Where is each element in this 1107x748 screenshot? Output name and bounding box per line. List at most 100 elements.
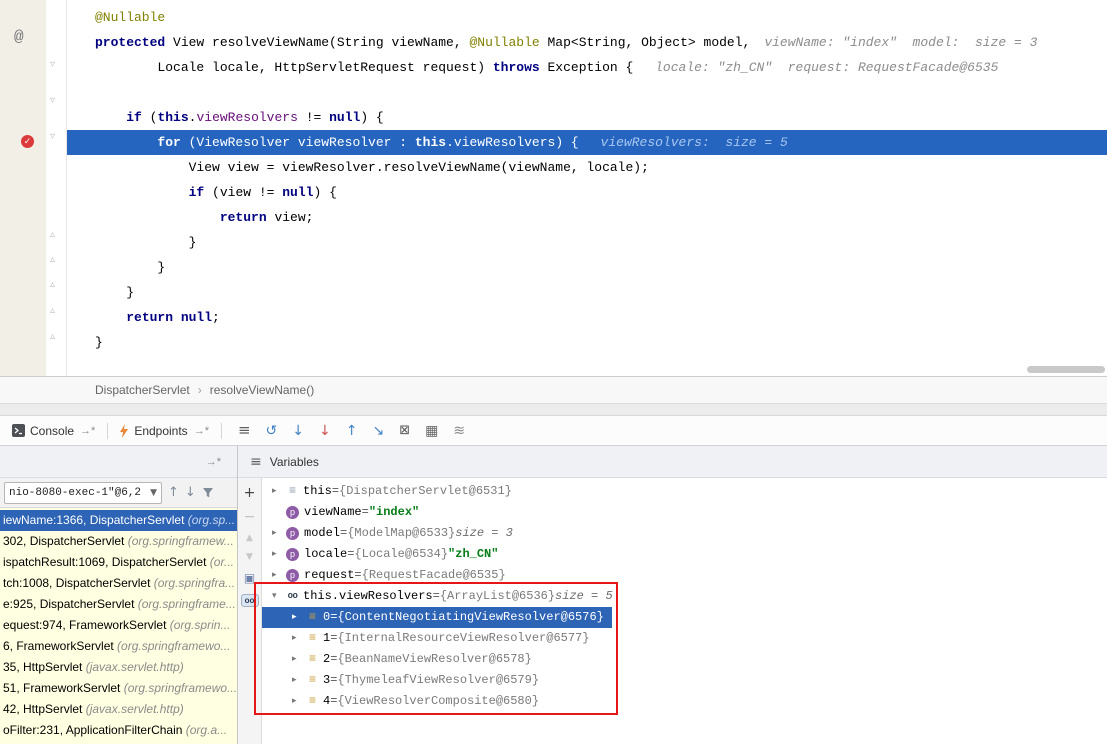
code-line[interactable]: return null; bbox=[67, 305, 1107, 330]
breadcrumb-item-class[interactable]: DispatcherServlet bbox=[95, 383, 190, 397]
frame-package: (javax.servlet.http) bbox=[86, 660, 184, 674]
move-watch-down-icon[interactable]: ▼ bbox=[246, 553, 253, 562]
focus-tab-arrow-icon[interactable]: →* bbox=[194, 425, 209, 437]
variable-value: {BeanNameViewResolver@6578} bbox=[337, 649, 531, 670]
chevron-right-icon[interactable]: ▸ bbox=[292, 649, 305, 670]
step-out-icon[interactable]: ↑ bbox=[346, 424, 358, 438]
move-watch-up-icon[interactable]: ▲ bbox=[246, 534, 253, 543]
horizontal-scrollbar-thumb[interactable] bbox=[1027, 366, 1105, 373]
fold-end-icon[interactable]: ▵ bbox=[50, 332, 55, 342]
variable-name: request bbox=[304, 565, 354, 586]
code-token: return null bbox=[126, 310, 212, 325]
focus-tab-arrow-icon[interactable]: →* bbox=[80, 425, 95, 437]
fold-end-icon[interactable]: ▵ bbox=[50, 230, 55, 240]
frame-location: iewName:1366, DispatcherServlet bbox=[3, 513, 188, 527]
inline-debug-hint: viewResolvers: size = 5 bbox=[601, 135, 788, 150]
stack-frame[interactable]: 6, FrameworkServlet (org.springframewo..… bbox=[0, 636, 237, 657]
view-options-icon[interactable]: ≋ bbox=[453, 424, 465, 438]
tab-endpoints[interactable]: Endpoints bbox=[114, 416, 191, 445]
tab-endpoints-label: Endpoints bbox=[134, 424, 187, 438]
inline-debug-hint: viewName: "index" model: size = 3 bbox=[764, 35, 1037, 50]
code-line[interactable]: } bbox=[67, 280, 1107, 305]
show-execution-point-icon[interactable]: ↺ bbox=[266, 424, 278, 438]
variable-name: 3 bbox=[323, 670, 330, 691]
variable-row[interactable]: ▾oothis.viewResolvers = {ArrayList@6536}… bbox=[262, 586, 1107, 607]
annotation-gutter-icon[interactable]: @ bbox=[14, 28, 24, 46]
code-line[interactable]: } bbox=[67, 230, 1107, 255]
code-line[interactable]: } bbox=[67, 330, 1107, 355]
stack-frame[interactable]: 302, DispatcherServlet (org.springframew… bbox=[0, 531, 237, 552]
stack-frame[interactable]: 35, HttpServlet (javax.servlet.http) bbox=[0, 657, 237, 678]
menu-icon[interactable]: ≡ bbox=[250, 454, 262, 470]
stack-frame[interactable]: tch:1008, DispatcherServlet (org.springf… bbox=[0, 573, 237, 594]
stack-frame[interactable]: equest:974, FrameworkServlet (org.sprin.… bbox=[0, 615, 237, 636]
stack-frame[interactable]: e:925, DispatcherServlet (org.springfram… bbox=[0, 594, 237, 615]
variable-row[interactable]: pviewName = "index" bbox=[262, 502, 1107, 523]
chevron-right-icon[interactable]: ▸ bbox=[292, 670, 305, 691]
focus-frame-arrow-icon[interactable]: →* bbox=[206, 456, 221, 468]
frame-up-icon[interactable]: ↑ bbox=[168, 485, 179, 500]
breadcrumb-item-method[interactable]: resolveViewName() bbox=[210, 383, 314, 397]
code-line[interactable]: @Nullable bbox=[67, 5, 1107, 30]
frame-down-icon[interactable]: ↓ bbox=[185, 485, 196, 500]
code-line[interactable]: if (this.viewResolvers != null) { bbox=[67, 105, 1107, 130]
layout-grid-icon[interactable]: ▦ bbox=[425, 424, 438, 438]
chevron-right-icon[interactable]: ▸ bbox=[292, 691, 305, 712]
execution-line[interactable]: for (ViewResolver viewResolver : this.vi… bbox=[67, 130, 1107, 155]
remove-watch-icon[interactable]: − bbox=[244, 510, 256, 524]
tab-console[interactable]: Console bbox=[8, 416, 78, 445]
variable-row[interactable]: ▸≡3 = {ThymeleafViewResolver@6579} bbox=[262, 670, 1107, 691]
stack-frame[interactable]: oFilter:231, ApplicationFilterChain (org… bbox=[0, 720, 237, 741]
code-token: for bbox=[157, 135, 180, 150]
variable-row[interactable]: ▸≡0 = {ContentNegotiatingViewResolver@65… bbox=[262, 607, 612, 628]
frame-location: 42, HttpServlet bbox=[3, 702, 86, 716]
code-line[interactable] bbox=[67, 80, 1107, 105]
run-to-cursor-icon[interactable]: ↘ bbox=[372, 424, 384, 438]
chevron-right-icon[interactable]: ▸ bbox=[292, 607, 305, 628]
code-token: } bbox=[95, 235, 196, 250]
fold-start-icon[interactable]: ▿ bbox=[50, 132, 55, 142]
code-token bbox=[95, 210, 220, 225]
fold-end-icon[interactable]: ▵ bbox=[50, 306, 55, 316]
breakpoint-icon[interactable]: ✓ bbox=[21, 135, 34, 148]
chevron-right-icon[interactable]: ▸ bbox=[292, 628, 305, 649]
stack-frame[interactable]: 42, HttpServlet (javax.servlet.http) bbox=[0, 699, 237, 720]
chevron-right-icon[interactable]: ▸ bbox=[272, 565, 285, 586]
step-into-icon[interactable]: ↓ bbox=[292, 424, 304, 438]
variable-row[interactable]: ▸plocale = {Locale@6534} "zh_CN" bbox=[262, 544, 1107, 565]
fold-start-icon[interactable]: ▿ bbox=[50, 60, 55, 70]
menu-icon[interactable]: ≡ bbox=[238, 423, 251, 438]
variable-row[interactable]: ▸≡this = {DispatcherServlet@6531} bbox=[262, 481, 1107, 502]
code-line[interactable]: protected View resolveViewName(String vi… bbox=[67, 30, 1107, 55]
code-line[interactable]: return view; bbox=[67, 205, 1107, 230]
chevron-right-icon[interactable]: ▸ bbox=[272, 481, 285, 502]
stack-frame[interactable]: ispatchResult:1069, DispatcherServlet (o… bbox=[0, 552, 237, 573]
duplicate-watch-icon[interactable]: ▣ bbox=[244, 572, 255, 584]
stack-frame[interactable]: 51, FrameworkServlet (org.springframewo.… bbox=[0, 678, 237, 699]
chevron-right-icon[interactable]: ▸ bbox=[272, 523, 285, 544]
fold-end-icon[interactable]: ▵ bbox=[50, 280, 55, 290]
filter-icon[interactable] bbox=[202, 487, 214, 499]
variable-row[interactable]: ▸≡1 = {InternalResourceViewResolver@6577… bbox=[262, 628, 1107, 649]
variable-row[interactable]: ▸prequest = {RequestFacade@6535} bbox=[262, 565, 1107, 586]
show-watches-icon[interactable]: oo bbox=[241, 594, 259, 607]
variable-row[interactable]: ▸≡4 = {ViewResolverComposite@6580} bbox=[262, 691, 1107, 712]
code-token: null bbox=[282, 185, 313, 200]
variable-name: viewName bbox=[304, 502, 362, 523]
code-line[interactable]: View view = viewResolver.resolveViewName… bbox=[67, 155, 1107, 180]
evaluate-expression-icon[interactable]: ⊠ bbox=[399, 424, 410, 437]
stack-frame[interactable]: iewName:1366, DispatcherServlet (org.sp.… bbox=[0, 510, 237, 531]
equals-sign: = bbox=[433, 586, 440, 607]
variable-row[interactable]: ▸≡2 = {BeanNameViewResolver@6578} bbox=[262, 649, 1107, 670]
code-line[interactable]: if (view != null) { bbox=[67, 180, 1107, 205]
code-line[interactable]: } bbox=[67, 255, 1107, 280]
add-watch-icon[interactable]: + bbox=[244, 486, 256, 500]
chevron-down-icon[interactable]: ▾ bbox=[272, 586, 285, 607]
code-line[interactable]: Locale locale, HttpServletRequest reques… bbox=[67, 55, 1107, 80]
fold-start-icon[interactable]: ▿ bbox=[50, 96, 55, 106]
thread-dropdown[interactable]: nio-8080-exec-1"@6,2 ▼ bbox=[4, 482, 162, 504]
variable-row[interactable]: ▸pmodel = {ModelMap@6533} size = 3 bbox=[262, 523, 1107, 544]
force-step-into-icon[interactable]: ↓ bbox=[319, 424, 331, 438]
fold-end-icon[interactable]: ▵ bbox=[50, 255, 55, 265]
chevron-right-icon[interactable]: ▸ bbox=[272, 544, 285, 565]
